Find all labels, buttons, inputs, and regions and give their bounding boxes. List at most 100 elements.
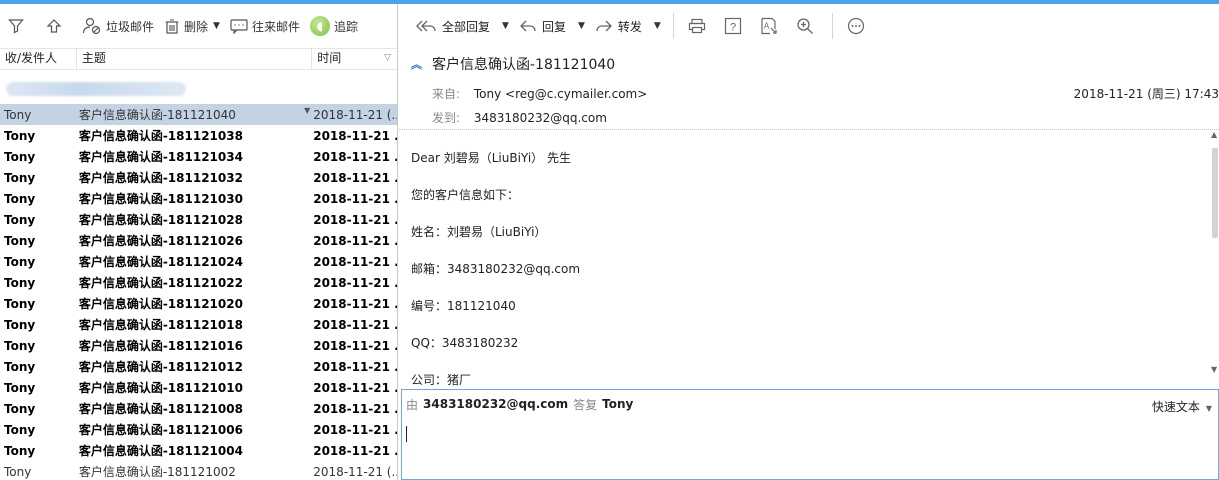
zoom-button[interactable] — [794, 15, 816, 37]
scroll-up-icon[interactable]: ▲ — [1211, 130, 1217, 139]
message-sender: Tony — [4, 296, 36, 311]
date-group-header[interactable] — [0, 70, 397, 104]
more-icon — [847, 17, 864, 35]
quick-text-label: 快速文本 — [1151, 400, 1200, 414]
message-subject-text: 客户信息确认函-181121020 — [78, 297, 243, 311]
junk-mail-button[interactable]: 垃圾邮件 — [82, 12, 154, 40]
message-row[interactable]: Tony 客户信息确认函-181121034 2018-11-21 ... — [0, 146, 397, 167]
collapse-header-icon[interactable]: ︽ — [411, 56, 422, 72]
message-header: ︽ 客户信息确认函-181121040 来自: Tony <reg@c.cyma… — [399, 48, 1219, 130]
reply-from-address[interactable]: 3483180232@qq.com — [423, 397, 568, 411]
reply-all-button[interactable]: 全部回复 ▼ — [415, 18, 509, 35]
track-icon: ◖ — [309, 16, 330, 36]
translate-icon: A — [761, 17, 777, 35]
column-header-time[interactable]: 时间 ▽ — [312, 48, 397, 70]
reply-by-label: 由 — [406, 397, 419, 412]
svg-text:?: ? — [730, 22, 736, 34]
print-button[interactable] — [686, 15, 708, 37]
message-row[interactable]: Tony 客户信息确认函-181121024 2018-11-21 ... — [0, 251, 397, 272]
scroll-down-icon[interactable]: ▼ — [1211, 365, 1217, 374]
sender-address[interactable]: Tony <reg@c.cymailer.com> — [474, 87, 647, 101]
message-subject-cell: 客户信息确认函-181121030 — [77, 190, 312, 207]
chevron-down-icon[interactable]: ▼ — [213, 21, 220, 31]
message-subject-cell: 客户信息确认函-181121028 — [77, 211, 312, 228]
quick-reply-header: 由 3483180232@qq.com 答复 Tony — [402, 390, 1218, 418]
reply-label: 回复 — [541, 19, 566, 34]
move-up-button[interactable] — [46, 12, 62, 40]
reply-button[interactable]: 回复 ▼ — [519, 18, 585, 35]
message-row[interactable]: Tony 客户信息确认函-181121016 2018-11-21 ... — [0, 335, 397, 356]
related-mail-label: 往来邮件 — [251, 19, 300, 34]
column-header-subject[interactable]: 主题 — [77, 48, 313, 70]
message-time: 2018-11-21 ... — [313, 212, 397, 227]
reply-all-icon — [416, 20, 436, 32]
track-button[interactable]: ◖ 追踪 — [309, 12, 358, 40]
message-row[interactable]: Tony 客户信息确认函-181121022 2018-11-21 ... — [0, 272, 397, 293]
message-subject-cell: 客户信息确认函-181121002 — [77, 463, 312, 480]
message-sender: Tony — [4, 233, 36, 248]
message-subject-cell: 客户信息确认函-181121034 — [77, 148, 312, 165]
body-line: QQ：3483180232 — [411, 336, 519, 350]
chevron-down-icon[interactable]: ▼ — [502, 21, 509, 31]
delete-label: 删除 — [184, 19, 209, 34]
message-subject-cell: 客户信息确认函-181121012 — [77, 358, 312, 375]
message-sender: Tony — [4, 254, 36, 269]
recipient-address[interactable]: 3483180232@qq.com — [474, 111, 607, 125]
message-subject-cell: 客户信息确认函-181121024 — [77, 253, 312, 270]
translate-button[interactable]: A — [758, 15, 780, 37]
sort-filter-icon[interactable]: ▽ — [384, 48, 391, 69]
filter-button[interactable] — [8, 12, 24, 40]
message-subject-text: 客户信息确认函-181121012 — [78, 360, 243, 374]
message-row[interactable]: Tony 客户信息确认函-181121012 2018-11-21 ... — [0, 356, 397, 377]
message-subject-cell: 客户信息确认函-181121040 ▼ — [77, 106, 312, 123]
body-line: 公司：猪厂 — [411, 373, 472, 387]
message-time: 2018-11-21 ... — [313, 275, 397, 290]
chevron-down-icon[interactable]: ▼ — [578, 21, 585, 31]
message-body[interactable]: Dear 刘碧易（LiuBiYi） 先生 您的客户信息如下： 姓名：刘碧易（LiuB… — [399, 130, 1219, 392]
message-sender: Tony — [4, 401, 36, 416]
message-sender: Tony — [4, 107, 32, 122]
body-line: 邮箱：3483180232@qq.com — [411, 262, 581, 276]
forward-button[interactable]: 转发 ▼ — [595, 18, 661, 35]
scrollbar-thumb[interactable] — [1212, 148, 1218, 238]
message-row[interactable]: Tony 客户信息确认函-181121004 2018-11-21 ... — [0, 440, 397, 461]
message-subject-text: 客户信息确认函-181121004 — [78, 444, 243, 458]
message-time: 2018-11-21 ... — [313, 422, 397, 437]
message-row[interactable]: Tony 客户信息确认函-181121002 2018-11-21 (... — [0, 461, 397, 480]
text-cursor — [406, 426, 407, 442]
related-mail-button[interactable]: 往来邮件 — [230, 12, 300, 40]
message-row[interactable]: Tony 客户信息确认函-181121008 2018-11-21 ... — [0, 398, 397, 419]
message-row[interactable]: Tony 客户信息确认函-181121032 2018-11-21 ... — [0, 167, 397, 188]
message-subject-text: 客户信息确认函-181121010 — [78, 381, 243, 395]
more-button[interactable] — [845, 15, 867, 37]
message-row[interactable]: Tony 客户信息确认函-181121038 2018-11-21 ... — [0, 125, 397, 146]
message-row[interactable]: Tony 客户信息确认函-181121020 2018-11-21 ... — [0, 293, 397, 314]
quick-text-dropdown[interactable]: 快速文本 ▼ — [1152, 398, 1212, 415]
delete-button[interactable]: 删除 ▼ — [164, 12, 220, 40]
message-time: 2018-11-21 ... — [313, 380, 397, 395]
junk-mail-label: 垃圾邮件 — [106, 19, 155, 34]
message-subject-text: 客户信息确认函-181121040 — [78, 108, 236, 122]
message-row[interactable]: Tony 客户信息确认函-181121006 2018-11-21 ... — [0, 419, 397, 440]
message-row[interactable]: Tony 客户信息确认函-181121040 ▼ 2018-11-21 (... — [0, 104, 397, 125]
chevron-down-icon[interactable]: ▼ — [1206, 404, 1212, 413]
column-header-time-label: 时间 — [317, 51, 342, 65]
body-scrollbar[interactable]: ▲ ▼ — [1211, 130, 1219, 374]
quick-reply-box[interactable]: 由 3483180232@qq.com 答复 Tony 快速文本 ▼ — [401, 389, 1219, 480]
message-row[interactable]: Tony 客户信息确认函-181121028 2018-11-21 ... — [0, 209, 397, 230]
message-sender: Tony — [4, 338, 36, 353]
message-row[interactable]: Tony 客户信息确认函-181121026 2018-11-21 ... — [0, 230, 397, 251]
help-button[interactable]: ? — [722, 15, 744, 37]
chevron-down-icon[interactable]: ▼ — [654, 21, 661, 31]
track-label: 追踪 — [333, 19, 358, 34]
move-up-icon — [46, 19, 62, 33]
message-row[interactable]: Tony 客户信息确认函-181121010 2018-11-21 ... — [0, 377, 397, 398]
reply-to-name[interactable]: Tony — [602, 397, 633, 411]
column-header-from[interactable]: 收/发件人 — [0, 48, 77, 70]
message-row[interactable]: Tony 客户信息确认函-181121018 2018-11-21 ... — [0, 314, 397, 335]
message-row[interactable]: Tony 客户信息确认函-181121030 2018-11-21 ... — [0, 188, 397, 209]
blurred-group-label — [6, 82, 186, 96]
list-toolbar: 垃圾邮件 删除 ▼ 往来邮件 ◖ 追踪 — [0, 4, 397, 48]
sender-line: 来自: Tony <reg@c.cymailer.com> — [432, 85, 647, 102]
row-menu-icon[interactable]: ▼ — [304, 106, 310, 115]
